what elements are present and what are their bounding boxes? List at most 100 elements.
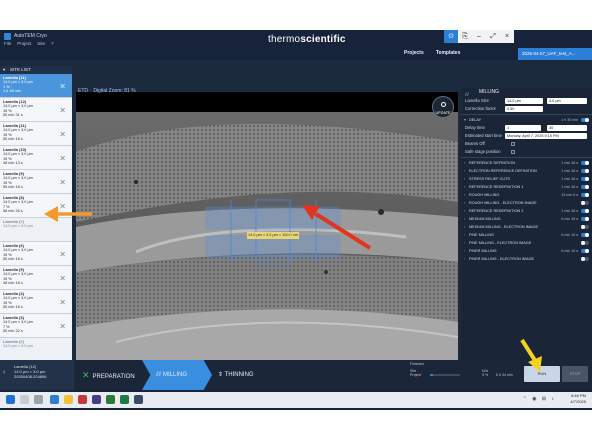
workflow-bar: ‹ Lamella (12) 14.0 µm × 3.0 µm 20250408… <box>0 360 592 390</box>
minimize-icon[interactable]: – <box>472 30 486 43</box>
milling-step[interactable]: › ELECTRON REFERENCE DEFINITION 1 min 26 s <box>461 167 592 175</box>
task-view-icon[interactable] <box>34 395 43 404</box>
milling-step-toggle[interactable] <box>581 233 589 237</box>
milling-header[interactable]: ⫽⫽ MILLING <box>461 88 592 97</box>
site-list-item[interactable]: Lamella (10) 14.0 µm × 3.0 µm 16 % 48 min 1… <box>0 146 72 170</box>
chevron-right-icon: › <box>464 248 466 253</box>
sem-image[interactable] <box>76 112 458 380</box>
system-tray[interactable]: ⌃ ◉ ⊞ ♪ <box>523 396 556 402</box>
app-icon-green[interactable] <box>106 395 115 404</box>
nav-templates[interactable]: Templates <box>436 50 460 56</box>
update-button[interactable]: UPDATE <box>432 96 454 118</box>
site-list-item[interactable]: Lamella (11) 14.0 µm × 3.0 µm 16 % 50 min 1… <box>0 122 72 146</box>
delay-minutes-input[interactable]: 30 <box>547 125 587 131</box>
excel-icon[interactable] <box>120 395 129 404</box>
safe-stage-row: Safe stage position <box>461 148 592 156</box>
milling-step-toggle[interactable] <box>581 209 589 213</box>
project-tab[interactable]: 2025-04-07_UAF_test_A... <box>518 48 592 60</box>
milling-step-toggle[interactable] <box>581 161 589 165</box>
site-list-item[interactable]: Lamella (4) 14.0 µm × 3.0 µm 16 % 50 min 16… <box>0 290 72 314</box>
beams-off-checkbox[interactable] <box>511 142 515 146</box>
delay-hours-input[interactable]: 1 <box>505 125 541 131</box>
close-icon[interactable]: × <box>500 30 514 43</box>
site-list-header[interactable]: ▾ SITE LIST <box>0 66 72 74</box>
explorer-icon[interactable] <box>64 395 73 404</box>
nav-projects[interactable]: Projects <box>404 50 424 56</box>
est-start-input[interactable]: Monday, April 7, 2025 9:15 PM <box>505 133 587 139</box>
share-icon[interactable]: ⎘ <box>458 30 472 43</box>
milling-step-toggle[interactable] <box>581 177 589 181</box>
step-thinning[interactable]: ⇕ THINNING <box>218 360 278 390</box>
maximize-icon[interactable]: ⤢ <box>486 30 500 43</box>
milling-step[interactable]: › MEDIUM MILLING 6 min 39 s <box>461 215 592 223</box>
app-icon-purple[interactable] <box>92 395 101 404</box>
milling-step[interactable]: › STRESS RELIEF CUTS 1 min 26 s <box>461 175 592 183</box>
site-list-item[interactable]: Lamella (5) 14.0 µm × 3.0 µm 16 % 48 min 18… <box>0 266 72 290</box>
menu-help[interactable]: ? <box>51 41 54 46</box>
pin-icon[interactable]: ⊙ <box>444 30 458 43</box>
milling-step[interactable]: › FINER MILLING - ELECTRON IMAGE <box>461 255 592 263</box>
milling-step-name: FINE MILLING - ELECTRON IMAGE <box>469 241 532 245</box>
safe-stage-label: Safe stage position <box>465 149 501 154</box>
taskbar-clock[interactable]: 8:46 PM 4/7/2025 <box>570 393 586 405</box>
site-status-icon: ✕ <box>59 202 66 211</box>
milling-step-toggle[interactable] <box>581 217 589 221</box>
safe-stage-checkbox[interactable] <box>511 150 515 154</box>
chevron-right-icon: › <box>464 240 466 245</box>
milling-step[interactable]: › REFERENCE REDEFINITION 2 1 min 26 s <box>461 207 592 215</box>
beams-off-label: Beams Off <box>465 141 485 146</box>
nav-bar: Projects Templates <box>0 47 592 60</box>
milling-step-duration: 6 min 10 s <box>561 233 578 237</box>
milling-step[interactable]: › MEDIUM MILLING - ELECTRON IMAGE <box>461 223 592 231</box>
milling-step[interactable]: › REFERENCE REDEFINITION 1 1 min 26 s <box>461 183 592 191</box>
windows-start-icon[interactable] <box>6 395 15 404</box>
menu-project[interactable]: Project <box>17 41 31 46</box>
site-list-item[interactable]: Lamella (6) 14.0 µm × 3.0 µm 16 % 50 min 16… <box>0 242 72 266</box>
milling-step-name: FINE MILLING <box>469 233 494 237</box>
milling-step[interactable]: › REFERENCE DEFINITION 1 min 26 s <box>461 159 592 167</box>
delay-label: DELAY <box>469 118 482 122</box>
step-milling[interactable]: ⫽⫽ MILLING <box>142 360 212 390</box>
lamella-width-input[interactable]: 14.0 µm <box>505 98 543 104</box>
site-list-item[interactable]: Lamella (7) 14.0 µm × 3.0 µm <box>0 218 72 242</box>
milling-step-toggle[interactable] <box>581 257 589 261</box>
milling-step-name: MEDIUM MILLING <box>469 217 501 221</box>
milling-step-toggle[interactable] <box>581 225 589 229</box>
site-list-item[interactable]: Lamella (11) 14.0 µm × 3.0 µm 1 % 1 h 18 mi… <box>0 74 72 98</box>
milling-step-toggle[interactable] <box>581 241 589 245</box>
delay-section[interactable]: ▾ DELAY 1 h 30 min <box>461 116 592 124</box>
step-milling-label: MILLING <box>163 372 188 378</box>
milling-step[interactable]: › ROUGH MILLING 15 min 6 s <box>461 191 592 199</box>
search-icon[interactable] <box>20 395 29 404</box>
milling-step[interactable]: › FINE MILLING 6 min 10 s <box>461 231 592 239</box>
site-status-icon: ✕ <box>59 298 66 307</box>
run-button[interactable]: RUN <box>524 366 560 382</box>
edge-icon[interactable] <box>50 395 59 404</box>
milling-step[interactable]: › ROUGH MILLING - ELECTRON IMAGE <box>461 199 592 207</box>
chevron-left-icon[interactable]: ‹ <box>3 369 5 376</box>
app-window: AutoTEM Cryo File Project Site ? thermos… <box>0 30 592 410</box>
app-icon-red[interactable] <box>78 395 87 404</box>
milling-step-toggle[interactable] <box>581 249 589 253</box>
site-list-item[interactable]: Lamella (2) 14.0 µm × 3.0 µm <box>0 338 72 360</box>
milling-step-toggle[interactable] <box>581 185 589 189</box>
delay-toggle[interactable] <box>581 118 589 122</box>
milling-step[interactable]: › FINER MILLING 6 min 10 s <box>461 247 592 255</box>
stop-button[interactable]: STOP <box>562 366 588 382</box>
milling-step-toggle[interactable] <box>581 169 589 173</box>
site-list-item[interactable]: Lamella (3) 14.0 µm × 3.0 µm 7 % 50 min 22 … <box>0 314 72 338</box>
milling-step-toggle[interactable] <box>581 193 589 197</box>
correction-input[interactable]: 0.50 <box>505 106 543 112</box>
step-preparation[interactable]: ✕ PREPARATION <box>82 360 142 390</box>
menu-file[interactable]: File <box>4 41 11 46</box>
autotem-taskbar-icon[interactable] <box>134 395 143 404</box>
milling-step[interactable]: › FINE MILLING - ELECTRON IMAGE <box>461 239 592 247</box>
site-list-item[interactable]: Lamella (8) 14.0 µm × 3.0 µm 7 % 58 min 26 … <box>0 194 72 218</box>
lamella-height-input[interactable]: 3.0 µm <box>547 98 587 104</box>
milling-step-duration: 1 min 26 s <box>561 209 578 213</box>
milling-step-toggle[interactable] <box>581 201 589 205</box>
menu-site[interactable]: Site <box>37 41 45 46</box>
est-start-label: Estimated start time <box>465 133 503 138</box>
site-list-item[interactable]: Lamella (9) 14.0 µm × 3.0 µm 16 % 55 min 18… <box>0 170 72 194</box>
site-list-item[interactable]: Lamella (12) 14.0 µm × 3.0 µm 16 % 50 min 3… <box>0 98 72 122</box>
